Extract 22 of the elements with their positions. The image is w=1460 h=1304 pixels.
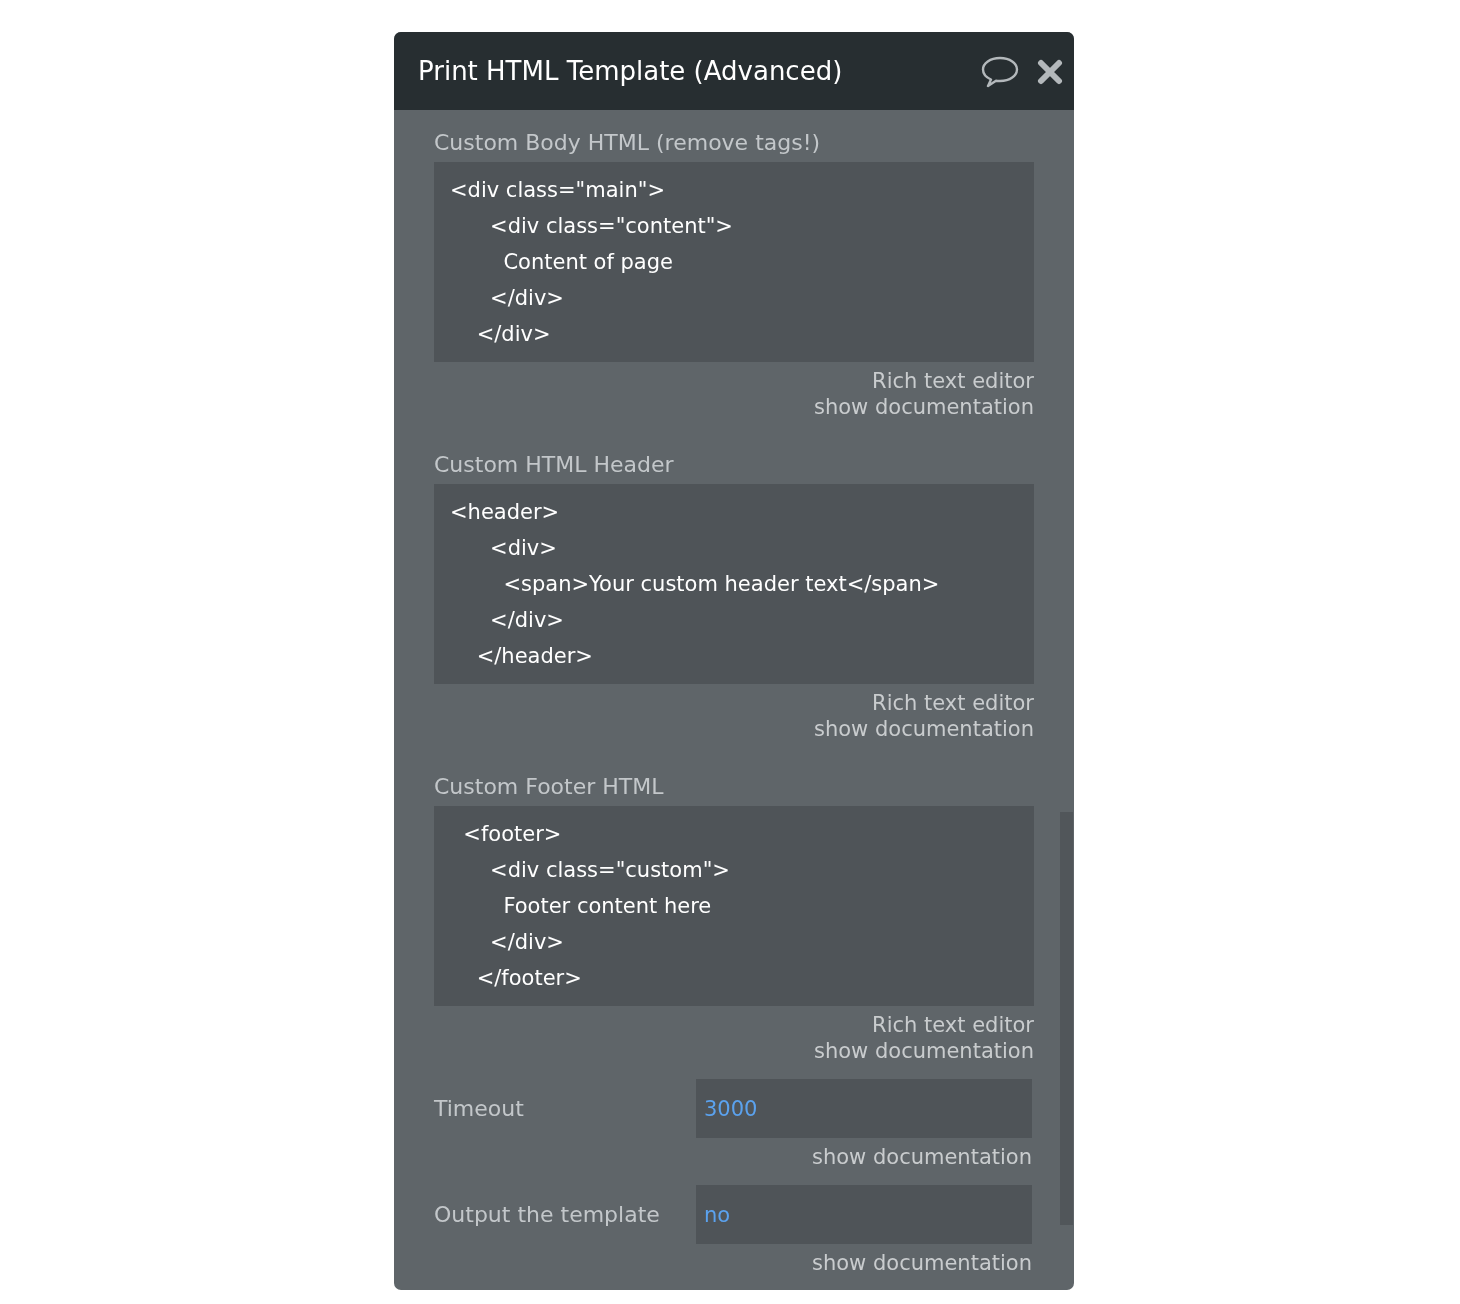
code-field[interactable]: <footer> <div class="custom"> Footer content here </div> </footer> [434, 806, 1034, 1006]
text-link[interactable]: show documentation [814, 716, 1034, 742]
code-field[interactable]: <div class="main"> <div class="content"> Content of page </div> </div> [434, 162, 1034, 362]
input-field[interactable]: 3000 [696, 1079, 1032, 1138]
scrollbar[interactable] [1060, 812, 1073, 1225]
field-label: Output the template [434, 1201, 661, 1228]
text-link[interactable]: show documentation [814, 1038, 1034, 1064]
text-link[interactable]: show documentation [812, 1144, 1032, 1170]
field-label: Custom Footer HTML [434, 774, 664, 800]
text-link[interactable]: Rich text editor [872, 690, 1034, 716]
field-label: Custom Body HTML (remove tags!) [434, 130, 821, 156]
dialog-title: Print HTML Template (Advanced) [418, 55, 843, 87]
text-link[interactable]: Rich text editor [872, 1012, 1034, 1038]
text-link[interactable]: show documentation [812, 1250, 1032, 1276]
input-field[interactable]: no [696, 1185, 1032, 1244]
text-link[interactable]: Rich text editor [872, 368, 1034, 394]
field-label: Custom HTML Header [434, 452, 674, 478]
text-link[interactable]: show documentation [814, 394, 1034, 420]
code-field[interactable]: <header> <div> <span>Your custom header text</span> </div> </header> [434, 484, 1034, 684]
comment-icon[interactable] [981, 56, 1019, 88]
close-icon[interactable] [1037, 59, 1063, 85]
field-label: Timeout [434, 1095, 525, 1122]
